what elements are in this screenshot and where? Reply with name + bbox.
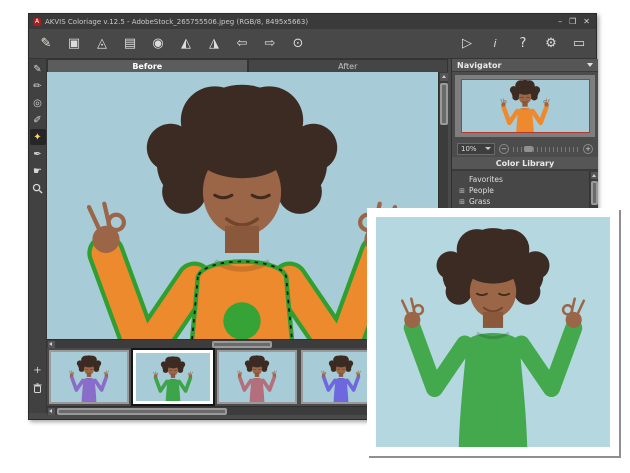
library-item-people[interactable]: ⊞ People [458,185,586,196]
chevron-down-icon[interactable] [587,63,593,67]
trash-icon[interactable] [31,381,45,395]
save-strokes-icon[interactable]: ◮ [203,33,225,55]
zoom-slider[interactable] [513,145,579,153]
navigator-title: Navigator [457,61,501,70]
maximize-button[interactable]: ❒ [569,17,576,27]
share-icon[interactable]: ◉ [147,33,169,55]
chevron-down-icon [485,147,491,150]
undo-icon[interactable]: ⇦ [231,33,253,55]
tool-column: ✎ ✏ ◎ ✐ ✦ ✒ ☛ + [29,59,47,413]
library-item-grass[interactable]: ⊞ Grass [458,196,586,207]
library-item-label: Favorites [469,175,503,184]
magic-tube-tool-icon[interactable]: ✐ [30,112,46,128]
navigator-header[interactable]: Navigator [452,59,598,72]
close-button[interactable]: ✕ [583,17,590,27]
feedback-icon[interactable]: ▭ [568,33,590,55]
load-strokes-icon[interactable]: ◭ [175,33,197,55]
page: A AKVIS Coloriage v.12.5 - AdobeStock_26… [0,0,630,473]
before-image-person [72,72,412,339]
tab-after[interactable]: After [248,59,449,72]
window-title: AKVIS Coloriage v.12.5 - AdobeStock_2657… [45,18,558,26]
zoom-value: 10% [461,145,477,153]
workspace-pencil-cup-icon[interactable]: ✎ [35,33,57,55]
eyedropper-tool-icon[interactable]: ✒ [30,146,46,162]
zoom-in-button[interactable]: + [583,144,593,154]
keep-color-pencil-tool-icon[interactable]: ✏ [30,78,46,94]
thumbnail-person [151,354,194,404]
library-item-favorites[interactable]: Favorites [458,174,586,185]
tab-before[interactable]: Before [47,59,248,72]
minimize-button[interactable]: – [558,17,562,27]
zoom-out-button[interactable]: − [499,144,509,154]
scroll-left-arrow-icon[interactable] [48,341,55,348]
about-icon[interactable]: i [484,33,506,55]
recolor-brush-tool-icon[interactable]: ✦ [30,129,46,145]
hand-tool-icon[interactable]: ☛ [30,163,46,179]
navigator-person [498,79,552,133]
run-icon[interactable]: ▷ [456,33,478,55]
preview-strokes-icon[interactable]: ⊙ [287,33,309,55]
top-toolbar: ✎ ▣ ◬ ▤ ◉ ◭ ◮ ⇦ ⇨ ⊙ ▷ i ? ⚙ ▭ [29,29,596,59]
thumbnail-person [67,353,110,403]
navigator-image-frame[interactable] [461,79,590,133]
result-photo [376,217,610,447]
redo-icon[interactable]: ⇨ [259,33,281,55]
thumbnail-person [235,353,278,403]
snapshot-thumbnail-green-selected[interactable] [133,350,213,404]
library-scroll-thumb[interactable] [591,181,598,205]
library-item-label: People [469,186,494,195]
zoom-level-select[interactable]: 10% [457,143,495,155]
preferences-gear-icon[interactable]: ⚙ [540,33,562,55]
strip-scroll-thumb[interactable] [57,408,227,415]
zoom-slider-thumb[interactable] [524,146,533,152]
result-person [392,217,594,447]
zoom-controls: 10% − + [452,140,598,157]
open-image-icon[interactable]: ▣ [63,33,85,55]
add-snapshot-button[interactable]: + [31,363,45,377]
color-library-title: Color Library [496,159,554,168]
expand-plus-icon[interactable]: ⊞ [458,198,466,206]
color-library-header[interactable]: Color Library [452,157,598,170]
expand-plus-icon[interactable]: ⊞ [458,187,466,195]
help-icon[interactable]: ? [512,33,534,55]
scroll-up-arrow-icon[interactable] [440,73,448,81]
scroll-up-arrow-icon[interactable] [591,172,598,179]
snapshot-thumbnail-purple[interactable] [49,350,129,404]
tube-tool-icon[interactable]: ◎ [30,95,46,111]
save-image-icon[interactable]: ◬ [91,33,113,55]
zoom-tool-icon[interactable] [30,180,46,196]
thumbnail-person [319,353,362,403]
title-bar[interactable]: A AKVIS Coloriage v.12.5 - AdobeStock_26… [29,14,596,29]
view-tabs: Before After [47,59,448,72]
vertical-scroll-thumb[interactable] [440,83,448,125]
library-item-label: Grass [469,197,490,206]
result-image-card [367,208,619,456]
snapshot-thumbnail-mauve[interactable] [217,350,297,404]
scroll-left-arrow-icon[interactable] [48,408,55,415]
navigator-preview[interactable] [455,75,595,137]
color-pencil-tool-icon[interactable]: ✎ [30,61,46,77]
print-icon[interactable]: ▤ [119,33,141,55]
horizontal-scroll-thumb[interactable] [212,341,272,348]
app-logo-icon: A [33,18,41,26]
